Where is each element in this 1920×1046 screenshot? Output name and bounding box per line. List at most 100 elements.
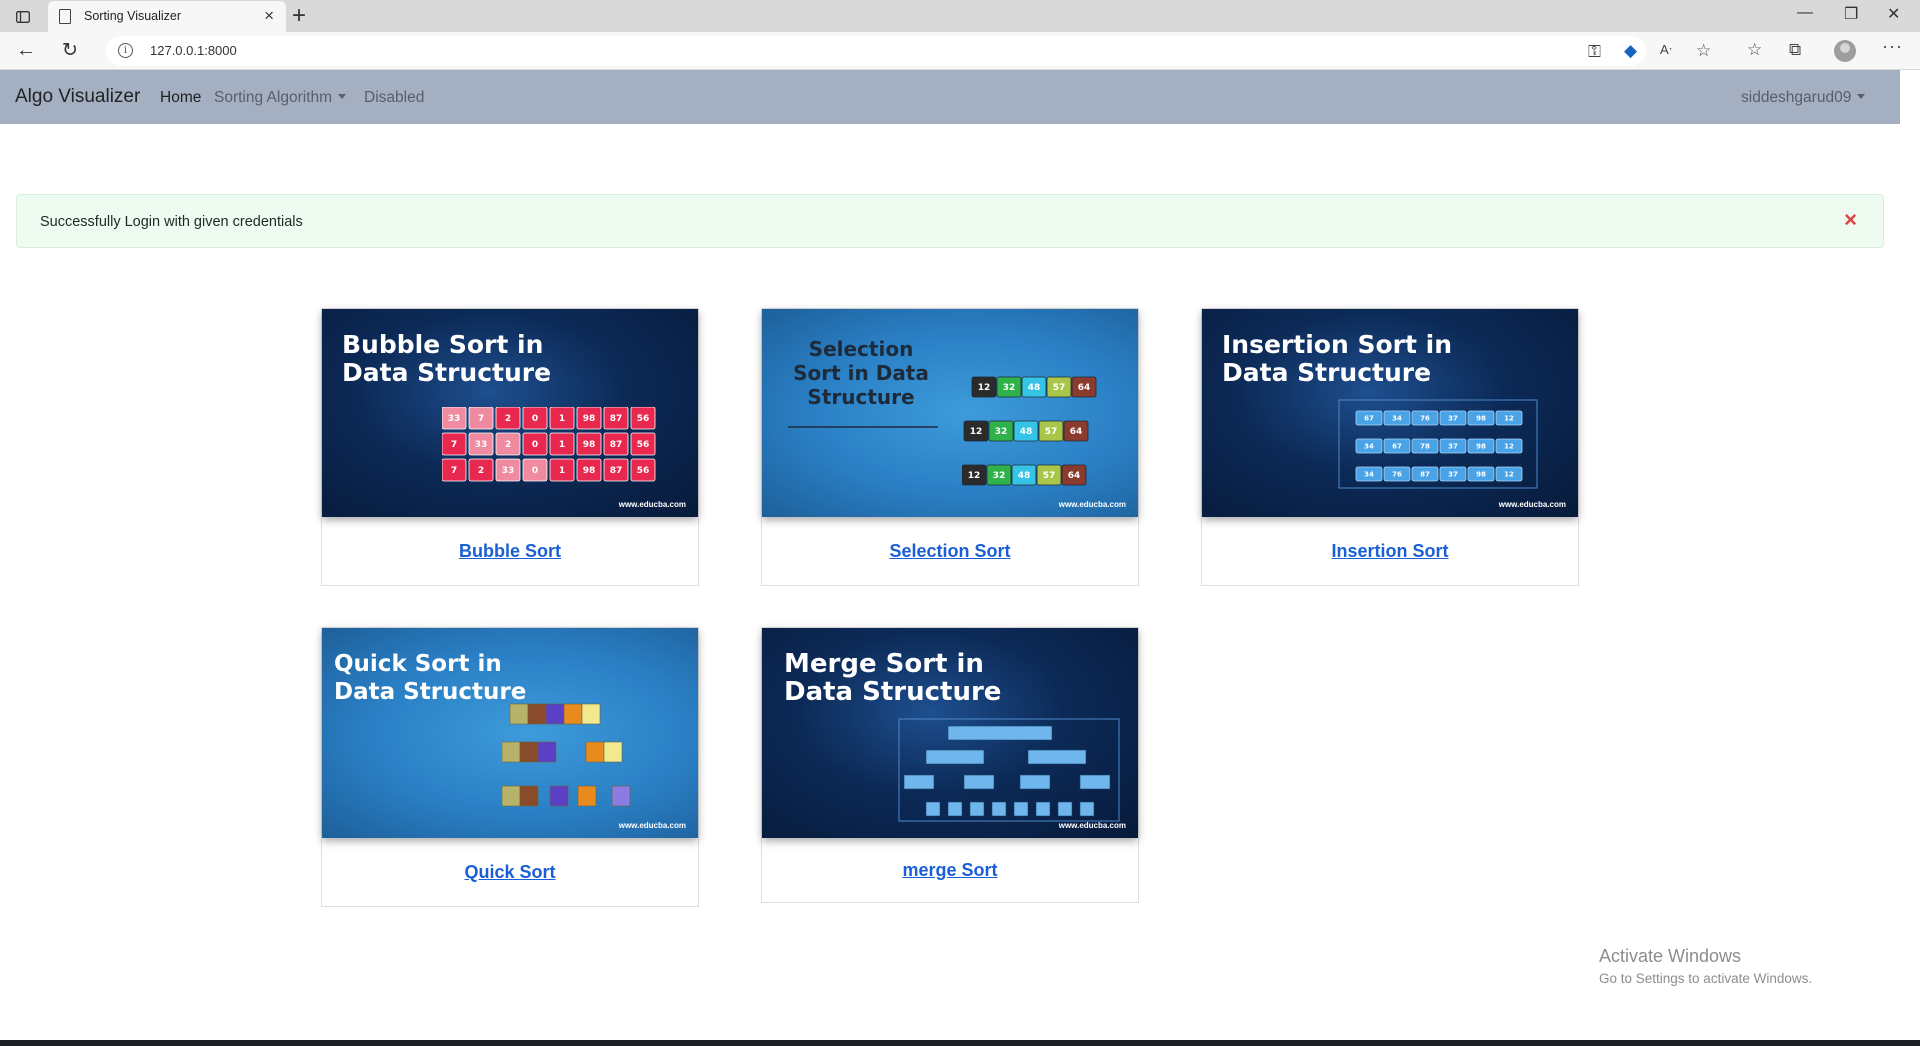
svg-text:64: 64: [1068, 471, 1081, 481]
svg-text:7: 7: [451, 440, 457, 450]
svg-text:12: 12: [970, 427, 983, 437]
minimize-icon[interactable]: —: [1797, 4, 1813, 22]
merge-sort-link[interactable]: merge Sort: [902, 860, 997, 881]
image-title: Insertion Sort in Data Structure: [1222, 330, 1452, 387]
bubble-cell: 56: [630, 432, 656, 456]
svg-text:34: 34: [1364, 470, 1374, 478]
svg-text:0: 0: [532, 466, 538, 476]
bubble-cell: 2: [495, 432, 521, 456]
favorites-icon[interactable]: ☆: [1747, 40, 1762, 60]
url-text[interactable]: 127.0.0.1:8000: [150, 43, 237, 58]
svg-text:98: 98: [583, 414, 596, 424]
card-quick-sort: Quick Sort in Data Structure www.educba.…: [321, 627, 699, 907]
image-credit: www.educba.com: [1058, 500, 1126, 509]
selection-sort-link[interactable]: Selection Sort: [889, 541, 1010, 562]
svg-text:87: 87: [610, 466, 623, 476]
selection-cell: 48: [1013, 420, 1039, 442]
browser-tab[interactable]: Sorting Visualizer ×: [48, 1, 286, 32]
image-title: Selection Sort in Data Structure: [793, 337, 929, 409]
image-credit: www.educba.com: [1058, 821, 1126, 830]
image-credit: www.educba.com: [1498, 500, 1566, 509]
bubble-cell: 1: [549, 432, 575, 456]
alert-message: Successfully Login with given credential…: [40, 214, 303, 230]
site-info-icon[interactable]: i: [118, 43, 133, 58]
user-menu[interactable]: siddeshgarud09: [1741, 89, 1866, 107]
svg-text:56: 56: [637, 440, 650, 450]
more-menu-icon[interactable]: ···: [1882, 36, 1903, 57]
svg-text:56: 56: [637, 466, 650, 476]
svg-text:67: 67: [1392, 442, 1402, 450]
selection-cell: 57: [1036, 464, 1062, 486]
svg-text:33: 33: [448, 414, 461, 424]
selection-cell: 12: [963, 420, 989, 442]
quick-sort-image[interactable]: Quick Sort in Data Structure www.educba.…: [322, 628, 698, 838]
read-aloud-icon[interactable]: Aᐧ: [1660, 42, 1672, 58]
close-tab-icon[interactable]: ×: [264, 6, 274, 26]
bubble-cell: 56: [630, 458, 656, 482]
restore-icon[interactable]: ❐: [1844, 4, 1858, 24]
svg-text:87: 87: [1420, 470, 1430, 478]
coupon-tag-icon[interactable]: ◆: [1624, 41, 1637, 61]
insertion-cell: 76: [1411, 410, 1439, 426]
card-merge-sort: Merge Sort in Data Structure www.educba.…: [761, 627, 1139, 903]
svg-text:7: 7: [478, 414, 484, 424]
svg-text:98: 98: [1476, 470, 1486, 478]
close-window-icon[interactable]: ✕: [1887, 4, 1900, 24]
selection-cell: 64: [1071, 376, 1097, 398]
insertion-sort-link[interactable]: Insertion Sort: [1331, 541, 1448, 562]
brand-logo[interactable]: Algo Visualizer: [15, 86, 140, 108]
close-alert-icon[interactable]: ×: [1844, 207, 1857, 233]
image-credit: www.educba.com: [618, 500, 686, 509]
bubble-cell: 0: [522, 407, 548, 430]
selection-cell: 32: [986, 464, 1012, 486]
page-icon: [59, 9, 71, 24]
svg-text:37: 37: [1448, 442, 1458, 450]
quick-sort-link[interactable]: Quick Sort: [464, 862, 555, 883]
svg-text:12: 12: [1504, 470, 1514, 478]
insertion-cell: 34: [1355, 438, 1383, 454]
bubble-cell: 1: [549, 407, 575, 430]
bubble-cell: 98: [576, 407, 602, 430]
bubble-cell: 2: [495, 407, 521, 430]
svg-text:48: 48: [1018, 471, 1031, 481]
svg-text:1: 1: [559, 440, 565, 450]
selection-cell: 32: [996, 376, 1022, 398]
new-tab-icon[interactable]: +: [292, 2, 306, 30]
svg-text:87: 87: [610, 414, 623, 424]
collections-icon[interactable]: ⧉: [1789, 40, 1801, 60]
tab-actions-icon[interactable]: [8, 6, 38, 28]
bubble-cell: 98: [576, 432, 602, 456]
insertion-cell: 37: [1439, 410, 1467, 426]
card-body: Insertion Sort: [1202, 517, 1578, 585]
selection-cell: 57: [1038, 420, 1064, 442]
bubble-cell: 98: [576, 458, 602, 482]
insertion-cell: 98: [1467, 466, 1495, 482]
bubble-cell: 33: [468, 432, 494, 456]
bubble-sort-image[interactable]: Bubble Sort in Data Structure 33 7 2 0 1 98 87…: [322, 309, 698, 517]
nav-home[interactable]: Home: [160, 89, 201, 107]
tab-title: Sorting Visualizer: [84, 9, 182, 23]
bubble-cell: 56: [630, 407, 656, 430]
bubble-sort-link[interactable]: Bubble Sort: [459, 541, 561, 562]
chevron-down-icon: [338, 94, 347, 99]
svg-text:12: 12: [978, 383, 991, 393]
svg-text:37: 37: [1448, 414, 1458, 422]
merge-sort-image[interactable]: Merge Sort in Data Structure www.educba.…: [762, 628, 1138, 838]
bubble-cell: 33: [495, 458, 521, 482]
back-icon[interactable]: ←: [16, 39, 36, 62]
url-field[interactable]: i 127.0.0.1:8000 ⚿ ◆ Aᐧ ☆: [106, 36, 1711, 66]
refresh-icon[interactable]: ↻: [62, 39, 78, 62]
svg-text:1: 1: [559, 466, 565, 476]
profile-avatar[interactable]: [1834, 40, 1856, 62]
svg-text:56: 56: [637, 414, 650, 424]
svg-text:2: 2: [505, 414, 511, 424]
nav-sorting-algorithm[interactable]: Sorting Algorithm: [214, 89, 347, 107]
svg-text:98: 98: [583, 466, 596, 476]
svg-text:0: 0: [532, 414, 538, 424]
key-icon[interactable]: ⚿: [1588, 42, 1601, 62]
add-favorite-icon[interactable]: ☆: [1696, 41, 1711, 61]
insertion-sort-image[interactable]: Insertion Sort in Data Structure 67 34 76 3…: [1202, 309, 1578, 517]
selection-sort-image[interactable]: Selection Sort in Data Structure 12 32 48 5…: [762, 309, 1138, 517]
svg-text:33: 33: [475, 440, 488, 450]
svg-text:76: 76: [1392, 470, 1402, 478]
